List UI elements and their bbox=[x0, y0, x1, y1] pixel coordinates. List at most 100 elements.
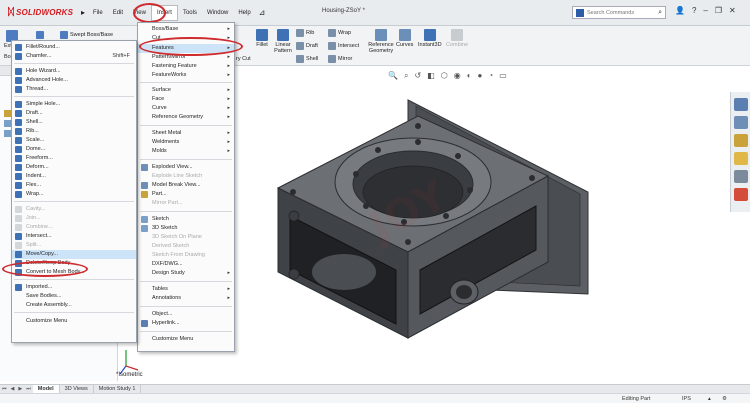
features-menu-item[interactable]: Shell... bbox=[12, 118, 136, 127]
resources-icon[interactable] bbox=[734, 116, 748, 129]
features-menu-item[interactable]: Simple Hole... bbox=[12, 100, 136, 109]
help-icon[interactable]: ? bbox=[692, 6, 696, 15]
insert-menu-item[interactable]: FeatureWorks ▸ bbox=[138, 71, 234, 80]
features-menu-item[interactable]: Scale... bbox=[12, 136, 136, 145]
insert-menu-item[interactable]: Hyperlink... bbox=[138, 319, 234, 328]
insert-menu-item[interactable]: Model Break View... bbox=[138, 181, 234, 190]
insert-menu-item[interactable]: Face ▸ bbox=[138, 95, 234, 104]
features-menu-item[interactable]: Advanced Hole... bbox=[12, 76, 136, 85]
previous-view-icon[interactable]: ↺ bbox=[414, 71, 421, 81]
reference-geometry-button[interactable]: Reference Geometry bbox=[368, 29, 394, 54]
insert-menu-item[interactable]: Surface ▸ bbox=[138, 86, 234, 95]
view-palette-icon[interactable] bbox=[734, 170, 748, 183]
insert-menu-item[interactable]: Fastening Feature ▸ bbox=[138, 62, 234, 71]
revolve-button[interactable] bbox=[36, 31, 44, 39]
search-commands[interactable]: Search Commands ⌕ bbox=[572, 6, 666, 19]
home-icon[interactable] bbox=[734, 98, 748, 111]
minimize-icon[interactable]: – bbox=[703, 6, 707, 15]
features-menu-item[interactable]: Dome... bbox=[12, 145, 136, 154]
features-menu-item[interactable]: Chamfer... Shift+F bbox=[12, 52, 136, 61]
insert-menu-item[interactable]: Sketch bbox=[138, 215, 234, 224]
menu-window[interactable]: Window bbox=[202, 6, 233, 20]
search-input[interactable]: Search Commands bbox=[587, 10, 634, 16]
mirror-button[interactable]: Mirror bbox=[328, 55, 352, 63]
insert-menu-item[interactable]: Mirror Part... bbox=[138, 199, 234, 208]
restore-icon[interactable]: ❐ bbox=[715, 6, 722, 15]
section-view-icon[interactable]: ◧ bbox=[427, 71, 435, 81]
draft-button[interactable]: Draft bbox=[296, 42, 318, 50]
insert-menu-item[interactable]: 3D Sketch On Plane bbox=[138, 233, 234, 242]
features-menu-item[interactable]: Join... bbox=[12, 214, 136, 223]
insert-menu-item[interactable]: Sheet Metal ▸ bbox=[138, 129, 234, 138]
features-menu-item[interactable]: Wrap... bbox=[12, 190, 136, 199]
features-menu-item-move-copy[interactable]: Move/Copy... bbox=[12, 250, 136, 259]
fillet-button[interactable]: Fillet bbox=[256, 29, 268, 48]
insert-menu-item[interactable]: Molds ▸ bbox=[138, 147, 234, 156]
features-menu-item[interactable]: Cavity... bbox=[12, 205, 136, 214]
insert-menu-item[interactable]: Object... bbox=[138, 310, 234, 319]
solidworks-logo[interactable]: ᛞ SOLIDWORKS bbox=[8, 7, 73, 18]
prev-tab-icon[interactable]: ◀ bbox=[9, 386, 17, 392]
boss-button[interactable]: Bo bbox=[4, 54, 11, 60]
user-icon[interactable]: 👤 bbox=[675, 6, 685, 15]
next-tab-icon[interactable]: ▶ bbox=[16, 386, 24, 392]
close-icon[interactable]: ✕ bbox=[729, 6, 736, 15]
display-style-icon[interactable]: ◉ bbox=[454, 71, 461, 81]
insert-menu-item[interactable]: Derived Sketch bbox=[138, 242, 234, 251]
linear-pattern-button[interactable]: Linear Pattern bbox=[274, 29, 292, 54]
appearances-icon[interactable] bbox=[734, 188, 748, 201]
insert-menu-item[interactable]: Design Study ▸ bbox=[138, 269, 234, 278]
features-menu-item[interactable]: Split... bbox=[12, 241, 136, 250]
features-menu-item[interactable]: Freeform... bbox=[12, 154, 136, 163]
features-menu-item[interactable]: Rib... bbox=[12, 127, 136, 136]
boundary-cut-button[interactable]: ry Cut bbox=[236, 56, 251, 62]
zoom-area-icon[interactable]: ⌕ bbox=[404, 71, 408, 81]
insert-menu-item[interactable]: Reference Geometry ▸ bbox=[138, 113, 234, 122]
status-settings-icon[interactable]: ⚙ bbox=[722, 396, 727, 402]
display-monitor-icon[interactable]: ▭ bbox=[499, 71, 507, 81]
menu-expand-arrow-icon[interactable]: ▸ bbox=[78, 6, 88, 20]
features-menu-item[interactable]: Fillet/Round... bbox=[12, 43, 136, 52]
tree-plane-icon[interactable] bbox=[4, 130, 11, 137]
pin-icon[interactable]: ⊿ bbox=[256, 6, 269, 20]
features-menu-item[interactable]: Draft... bbox=[12, 109, 136, 118]
insert-menu-item[interactable]: Curve ▸ bbox=[138, 104, 234, 113]
zoom-to-fit-icon[interactable]: 🔍 bbox=[388, 71, 398, 81]
file-explorer-icon[interactable] bbox=[734, 152, 748, 165]
insert-menu-item[interactable]: 3D Sketch bbox=[138, 224, 234, 233]
search-icon[interactable]: ⌕ bbox=[658, 9, 662, 17]
first-tab-icon[interactable]: ⏮ bbox=[0, 386, 9, 392]
appearance-icon[interactable]: ● bbox=[478, 71, 483, 81]
features-menu-item[interactable]: Intersect... bbox=[12, 232, 136, 241]
design-library-icon[interactable] bbox=[734, 134, 748, 147]
menu-help[interactable]: Help bbox=[233, 6, 255, 20]
curves-button[interactable]: Curves bbox=[396, 29, 413, 48]
features-menu-item[interactable]: Create Assembly... bbox=[12, 301, 136, 310]
insert-menu-item[interactable]: Part... bbox=[138, 190, 234, 199]
features-menu-item[interactable]: Indent... bbox=[12, 172, 136, 181]
features-menu-item[interactable]: Deform... bbox=[12, 163, 136, 172]
features-menu-item[interactable]: Customize Menu bbox=[12, 317, 136, 326]
menu-file[interactable]: File bbox=[88, 6, 108, 20]
menu-tools[interactable]: Tools bbox=[178, 6, 202, 20]
view-orientation-icon[interactable]: ⬡ bbox=[441, 71, 448, 81]
tree-folder-icon[interactable] bbox=[4, 110, 11, 117]
insert-menu-item[interactable]: Customize Menu bbox=[138, 335, 234, 344]
wrap-button[interactable]: Wrap bbox=[328, 29, 351, 37]
features-menu-item[interactable]: Thread... bbox=[12, 85, 136, 94]
menu-edit[interactable]: Edit bbox=[108, 6, 128, 20]
combine-button[interactable]: Combine bbox=[446, 29, 468, 48]
shell-button[interactable]: Shell bbox=[296, 55, 318, 63]
swept-boss-button[interactable]: Swept Boss/Base bbox=[60, 31, 113, 39]
features-menu-item[interactable]: Combine... bbox=[12, 223, 136, 232]
tree-part-icon[interactable] bbox=[4, 120, 11, 127]
instant3d-button[interactable]: Instant3D bbox=[418, 29, 442, 48]
rib-button[interactable]: Rib bbox=[296, 29, 314, 37]
last-tab-icon[interactable]: ⏭ bbox=[24, 386, 33, 392]
status-units-arrow-icon[interactable]: ▴ bbox=[708, 396, 711, 402]
insert-menu-item[interactable]: Weldments ▸ bbox=[138, 138, 234, 147]
insert-menu-item[interactable]: Tables ▸ bbox=[138, 285, 234, 294]
features-menu-item[interactable]: Flex... bbox=[12, 181, 136, 190]
status-units[interactable]: IPS bbox=[682, 396, 691, 402]
intersect-button[interactable]: Intersect bbox=[328, 42, 359, 50]
